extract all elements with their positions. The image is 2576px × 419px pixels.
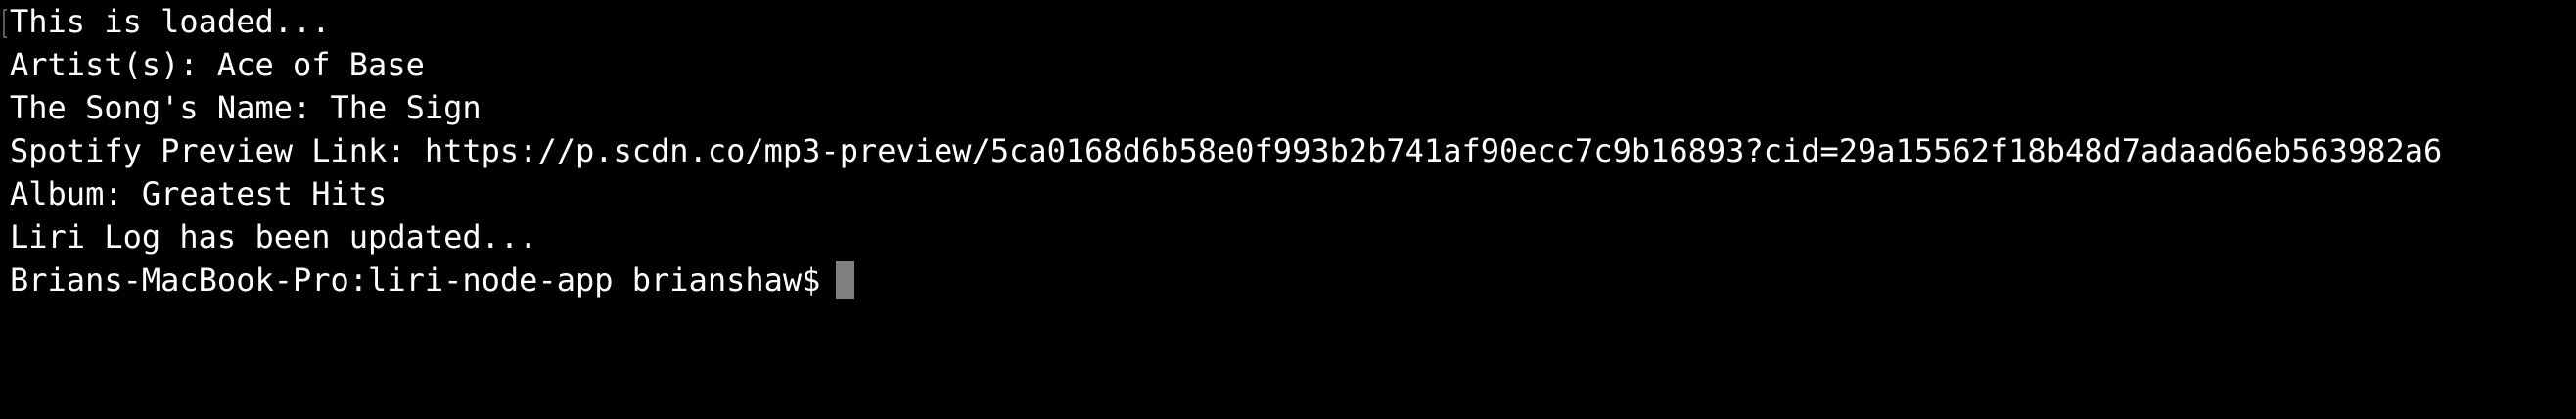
terminal-window[interactable]: This is loaded... Artist(s): Ace of Base… xyxy=(0,0,2576,419)
output-line: Album: Greatest Hits xyxy=(10,175,388,212)
output-line: This is loaded... xyxy=(10,3,331,40)
shell-prompt: Brians-MacBook-Pro:liri-node-app briansh… xyxy=(10,261,821,299)
output-line: Artist(s): Ace of Base xyxy=(10,46,425,83)
output-line: The Song's Name: The Sign xyxy=(10,89,482,126)
output-line: Spotify Preview Link: https://p.scdn.co/… xyxy=(10,132,2443,169)
text-cursor xyxy=(836,261,855,299)
selection-marker xyxy=(3,9,7,38)
prompt-line[interactable]: Brians-MacBook-Pro:liri-node-app briansh… xyxy=(10,258,2576,302)
output-line: Liri Log has been updated... xyxy=(10,218,538,256)
